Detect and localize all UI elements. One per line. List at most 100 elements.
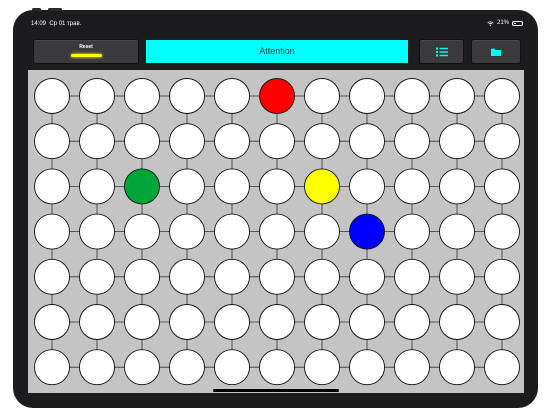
board-cell[interactable] — [79, 168, 115, 205]
reset-indicator — [71, 54, 102, 57]
board-cell[interactable] — [259, 168, 295, 205]
board-cell[interactable] — [79, 213, 115, 250]
board-cell[interactable] — [79, 78, 115, 114]
board-cell[interactable] — [439, 304, 475, 340]
board-cell[interactable] — [79, 349, 115, 386]
board-cell[interactable] — [484, 168, 520, 205]
board-cell[interactable] — [34, 258, 70, 295]
board-cell[interactable] — [259, 213, 295, 250]
board-cell[interactable] — [214, 304, 250, 340]
game-board — [28, 70, 524, 393]
board-cell[interactable] — [34, 213, 70, 250]
board-cell[interactable] — [124, 258, 160, 295]
board-cell[interactable] — [349, 258, 385, 295]
toolbar: Reset Attention — [15, 39, 537, 65]
board-cell[interactable] — [394, 168, 430, 205]
board-cell[interactable] — [169, 258, 205, 295]
board-cell[interactable] — [124, 123, 160, 160]
board-cell[interactable] — [169, 78, 205, 114]
board-cell[interactable] — [394, 304, 430, 340]
volume-button — [48, 8, 62, 11]
board-cell[interactable] — [34, 304, 70, 340]
board-cell[interactable] — [34, 349, 70, 386]
power-button — [32, 8, 41, 11]
board-cell[interactable] — [34, 78, 70, 114]
board-cell[interactable] — [169, 213, 205, 250]
board-cell[interactable] — [124, 213, 160, 250]
board-cell[interactable] — [439, 78, 475, 114]
status-time: 14:09 — [31, 21, 47, 27]
board-cell[interactable] — [214, 78, 250, 114]
board-cell[interactable] — [304, 258, 340, 295]
board-cell[interactable] — [169, 304, 205, 340]
board-cell[interactable] — [439, 349, 475, 386]
board-cell[interactable] — [484, 78, 520, 114]
board-cell[interactable] — [439, 123, 475, 160]
board-cell[interactable] — [259, 258, 295, 295]
folder-icon — [491, 48, 501, 56]
board-cell[interactable] — [304, 304, 340, 340]
board-cell[interactable] — [484, 304, 520, 340]
board-cell[interactable] — [394, 349, 430, 386]
board-cell[interactable] — [169, 168, 205, 205]
board-cell[interactable] — [169, 349, 205, 386]
board-cell-filled[interactable] — [349, 213, 385, 250]
board-cell[interactable] — [214, 258, 250, 295]
board-cell[interactable] — [349, 304, 385, 340]
board-cell[interactable] — [484, 213, 520, 250]
board-cell[interactable] — [394, 78, 430, 114]
home-indicator — [213, 389, 339, 392]
board-cell[interactable] — [259, 123, 295, 160]
board-cell[interactable] — [79, 123, 115, 160]
battery-icon — [512, 20, 523, 26]
board-cell[interactable] — [394, 123, 430, 160]
board-cell[interactable] — [214, 168, 250, 205]
board-cell[interactable] — [304, 123, 340, 160]
board-cell[interactable] — [214, 123, 250, 160]
board-cell[interactable] — [304, 78, 340, 114]
board-cell-filled[interactable] — [259, 78, 295, 114]
reset-button[interactable]: Reset — [33, 39, 139, 64]
reset-button-label: Reset — [79, 44, 93, 50]
list-button[interactable] — [419, 39, 464, 64]
board-cell[interactable] — [349, 123, 385, 160]
folder-button[interactable] — [471, 39, 521, 64]
board-cell[interactable] — [79, 304, 115, 340]
status-bar: 14:09 Ср 01 трав. 21% — [15, 13, 537, 35]
status-indicators: 21% — [487, 20, 523, 26]
board-cell[interactable] — [214, 349, 250, 386]
board-cell[interactable] — [169, 123, 205, 160]
board-cell-filled[interactable] — [304, 168, 340, 205]
board-cell[interactable] — [214, 213, 250, 250]
title-bar: Attention — [146, 40, 408, 63]
board-cell[interactable] — [349, 168, 385, 205]
board-cell[interactable] — [259, 304, 295, 340]
app-screen: 14:09 Ср 01 трав. 21% Reset Attention — [15, 13, 537, 396]
board-cell[interactable] — [124, 349, 160, 386]
wifi-icon — [487, 20, 494, 26]
board-cell[interactable] — [439, 213, 475, 250]
list-icon — [435, 47, 448, 56]
board-cell[interactable] — [304, 349, 340, 386]
board-cell-filled[interactable] — [124, 168, 160, 205]
status-datetime: 14:09 Ср 01 трав. — [31, 21, 81, 27]
board-cell[interactable] — [484, 258, 520, 295]
board-cell[interactable] — [439, 258, 475, 295]
battery-percent: 21% — [496, 20, 509, 26]
board-cell[interactable] — [34, 123, 70, 160]
board-cell[interactable] — [484, 123, 520, 160]
board-cell[interactable] — [34, 168, 70, 205]
board-cell[interactable] — [349, 78, 385, 114]
board-cell[interactable] — [124, 78, 160, 114]
status-date: Ср 01 трав. — [49, 21, 82, 27]
board-grid — [34, 78, 520, 386]
board-cell[interactable] — [484, 349, 520, 386]
board-cell[interactable] — [349, 349, 385, 386]
board-cell[interactable] — [259, 349, 295, 386]
board-cell[interactable] — [124, 304, 160, 340]
board-cell[interactable] — [79, 258, 115, 295]
board-cell[interactable] — [394, 213, 430, 250]
board-cell[interactable] — [439, 168, 475, 205]
board-cell[interactable] — [394, 258, 430, 295]
board-cell[interactable] — [304, 213, 340, 250]
